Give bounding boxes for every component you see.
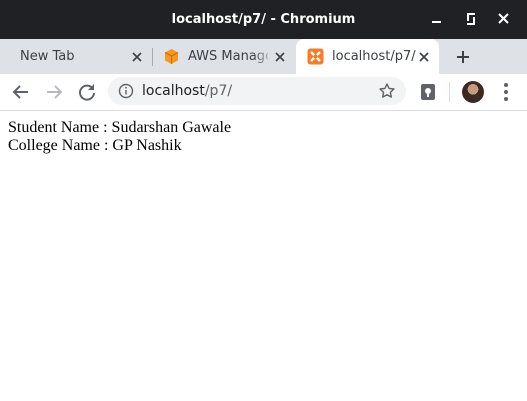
url-path: /p7/ (204, 83, 233, 99)
aws-cube-icon (164, 49, 179, 64)
window-title: localhost/p7/ - Chromium (171, 12, 356, 27)
close-tab-icon[interactable] (417, 50, 431, 64)
back-arrow-icon[interactable] (9, 80, 33, 104)
student-name-text: Student Name : Sudarshan Gawale (8, 119, 232, 136)
college-name-text: College Name : GP Nashik (8, 137, 182, 154)
tab-label: New Tab (20, 49, 75, 64)
tab-title-fade (253, 39, 273, 74)
bookmark-star-icon[interactable] (378, 82, 396, 100)
url-host: localhost (142, 83, 205, 99)
tab-localhost[interactable]: localhost/p7/ (296, 39, 439, 74)
maximize-icon[interactable] (461, 9, 481, 29)
extension-icon[interactable] (416, 80, 440, 104)
page-content: Student Name : Sudarshan Gawale College … (8, 119, 231, 155)
forward-arrow-icon[interactable] (42, 80, 66, 104)
tab-new-tab[interactable]: New Tab (0, 39, 152, 74)
tab-aws[interactable]: AWS Management Console (153, 39, 295, 74)
window-titlebar: localhost/p7/ - Chromium (0, 0, 527, 39)
reload-icon[interactable] (75, 80, 99, 104)
profile-avatar[interactable] (462, 81, 484, 103)
close-tab-icon[interactable] (273, 50, 287, 64)
close-tab-icon[interactable] (130, 50, 144, 64)
minimize-icon[interactable] (427, 9, 447, 29)
tab-label: localhost/p7/ (332, 49, 416, 64)
address-bar[interactable]: localhost/p7/ (108, 77, 406, 105)
menu-kebab-icon[interactable] (494, 80, 518, 104)
info-icon[interactable] (118, 83, 134, 99)
xampp-icon (307, 48, 324, 65)
new-tab-icon[interactable] (455, 49, 471, 65)
url-text: localhost/p7/ (142, 77, 232, 105)
toolbar-divider (449, 82, 450, 102)
tab-strip: New Tab AWS Management Console localhost… (0, 39, 527, 74)
close-window-icon[interactable] (494, 9, 514, 29)
